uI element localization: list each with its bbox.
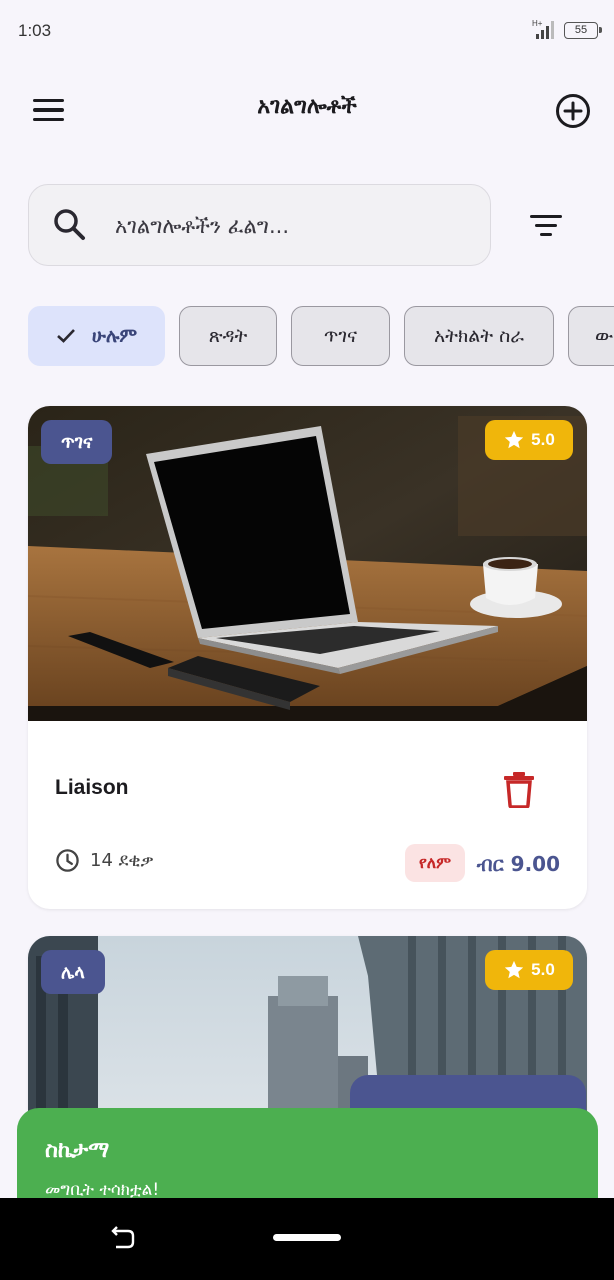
- star-icon: [505, 430, 524, 449]
- chip-label: ጽዳት: [208, 325, 248, 347]
- home-gesture-bar[interactable]: [273, 1234, 341, 1241]
- search-icon: [54, 209, 85, 240]
- chip-label: ሁሉም: [91, 325, 138, 347]
- chip-label: አትክልት ስራ: [434, 325, 524, 347]
- rotate-icon[interactable]: [108, 1226, 136, 1252]
- rating-badge: 5.0: [485, 950, 573, 990]
- add-circle-icon[interactable]: [548, 86, 598, 136]
- status-time: 1:03: [18, 21, 52, 40]
- availability-badge: የለም: [405, 844, 466, 882]
- rating-badge: 5.0: [485, 420, 573, 460]
- filter-icon-line: [535, 223, 557, 227]
- chip-all[interactable]: ሁሉም: [28, 306, 165, 366]
- toast-message: መግቢት ተሳክቷል!: [45, 1180, 160, 1200]
- app-bar: አገልግሎቶች: [0, 70, 614, 150]
- check-icon: [56, 329, 75, 343]
- battery-indicator: 55: [564, 22, 602, 39]
- chip-repair[interactable]: ጥገና: [291, 306, 390, 366]
- chip-label: ጥገና: [323, 325, 358, 347]
- filter-icon-line: [530, 214, 562, 218]
- svg-text:H+: H+: [532, 19, 543, 28]
- service-name: Liaison: [55, 776, 129, 799]
- duration-text: 14 ደቂቃ: [90, 850, 154, 871]
- category-badge: ሌላ: [41, 950, 105, 994]
- status-bar: 1:03 H+ 55: [0, 0, 614, 62]
- signal-icon: H+: [532, 19, 554, 39]
- service-card[interactable]: ጥገና 5.0 Liaison 14 ደቂቃ የለም ብር 9.00: [28, 406, 587, 909]
- chip-label: ው: [595, 325, 614, 347]
- chip-partial[interactable]: ው: [568, 306, 614, 366]
- rating-value: 5.0: [531, 960, 555, 979]
- duration: 14 ደቂቃ: [55, 848, 154, 873]
- category-filter-chips: ሁሉም ጽዳት ጥገና አትክልት ስራ ው: [0, 306, 614, 368]
- rating-value: 5.0: [531, 430, 555, 449]
- system-nav-bar: [0, 1198, 614, 1280]
- page-title: አገልግሎቶች: [257, 94, 357, 119]
- filter-icon-line: [540, 232, 552, 236]
- filter-button[interactable]: [520, 202, 572, 248]
- price: ብር 9.00: [476, 852, 560, 876]
- clock-icon: [56, 849, 79, 872]
- chip-cleaning[interactable]: ጽዳት: [179, 306, 277, 366]
- search-input[interactable]: [115, 209, 475, 243]
- star-icon: [505, 960, 524, 979]
- category-badge: ጥገና: [41, 420, 113, 464]
- toast-title: ስኬታማ: [45, 1138, 110, 1163]
- chip-gardening[interactable]: አትክልት ስራ: [404, 306, 554, 366]
- search-bar[interactable]: [28, 184, 491, 266]
- trash-icon[interactable]: [502, 770, 536, 808]
